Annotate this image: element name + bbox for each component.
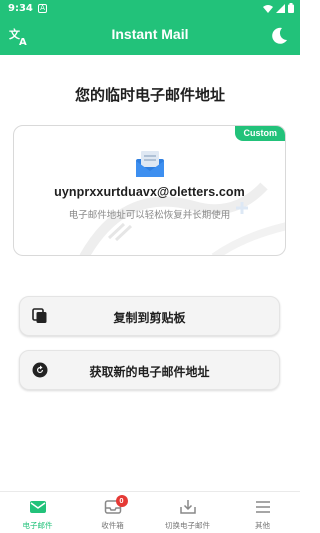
email-address[interactable]: uynprxxurtduavx@oletters.com xyxy=(14,185,285,199)
nav-label-other: 其他 xyxy=(255,521,270,530)
inbox-count-badge: 0 xyxy=(115,495,128,507)
moon-icon[interactable] xyxy=(268,25,290,47)
get-new-button-label: 获取新的电子邮件地址 xyxy=(89,365,210,379)
email-hint: 电子邮件地址可以轻松恢复并长期使用 xyxy=(68,210,231,221)
notification-icon: A xyxy=(38,4,47,13)
app-bar: 文 A Instant Mail xyxy=(0,18,300,55)
battery-icon xyxy=(288,3,294,13)
status-bar: 9:34 A xyxy=(0,0,300,18)
email-icon xyxy=(29,501,46,513)
get-new-email-button[interactable]: 获取新的电子邮件地址 xyxy=(19,350,280,390)
copy-button-label: 复制到剪贴板 xyxy=(113,311,186,325)
nav-label-inbox: 收件箱 xyxy=(101,521,124,530)
system-icons xyxy=(263,3,294,13)
nav-label-switch-email: 切换电子邮件 xyxy=(165,521,210,530)
app-title: Instant Mail xyxy=(111,26,189,42)
wifi-icon xyxy=(263,4,273,13)
nav-item-email[interactable]: 电子邮件 xyxy=(0,492,75,533)
switch-email-icon xyxy=(179,500,196,514)
nav-item-inbox[interactable]: 0 收件箱 xyxy=(75,492,150,533)
page-heading: 您的临时电子邮件地址 xyxy=(74,86,225,104)
custom-badge: Custom xyxy=(234,126,285,141)
email-card[interactable]: Custom uynprxxurtduavx@oletters.com 电子邮件… xyxy=(13,125,286,256)
bottom-nav: 电子邮件 0 收件箱 切换电子邮件 其他 xyxy=(0,491,300,533)
copy-to-clipboard-button[interactable]: 复制到剪贴板 xyxy=(19,296,280,336)
nav-item-other[interactable]: 其他 xyxy=(225,492,300,533)
nav-item-switch-email[interactable]: 切换电子邮件 xyxy=(150,492,225,533)
nav-label-email: 电子邮件 xyxy=(22,521,53,530)
menu-icon xyxy=(255,501,270,513)
signal-icon xyxy=(276,3,285,13)
mail-icon xyxy=(136,151,164,177)
status-time: 9:34 xyxy=(8,3,33,14)
